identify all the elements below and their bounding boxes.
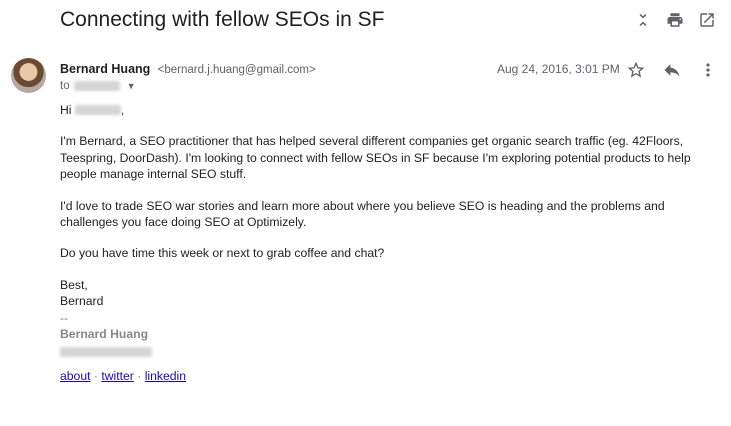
paragraph-3: Do you have time this week or next to gr… xyxy=(60,246,385,261)
link-separator: · xyxy=(90,368,102,383)
link-separator: · xyxy=(133,368,145,383)
collapse-icon[interactable] xyxy=(633,10,653,30)
print-icon[interactable] xyxy=(665,10,685,30)
twitter-link[interactable]: twitter xyxy=(101,369,134,383)
open-new-window-icon[interactable] xyxy=(697,10,717,30)
redacted-signature-line xyxy=(60,342,720,361)
email-body: Hi , I'm Bernard, a SEO practitioner tha… xyxy=(60,102,720,384)
to-label: to xyxy=(60,80,70,92)
redacted-recipient-name xyxy=(74,105,121,115)
closing-name: Bernard xyxy=(60,294,104,309)
email-date: Aug 24, 2016, 3:01 PM xyxy=(497,62,620,76)
signature-dash: -- xyxy=(60,310,69,325)
email-subject: Connecting with fellow SEOs in SF xyxy=(60,8,385,31)
closing: Best, xyxy=(60,277,88,292)
redacted-phone xyxy=(60,347,152,358)
message-actions xyxy=(625,59,719,81)
sender-email: <bernard.j.huang@gmail.com> xyxy=(157,64,316,76)
signature-name: Bernard Huang xyxy=(60,327,149,342)
recipient-line: to ▼ xyxy=(60,80,136,92)
star-icon[interactable] xyxy=(625,59,647,81)
more-vert-icon[interactable] xyxy=(697,59,719,81)
sender-name[interactable]: Bernard Huang xyxy=(60,62,150,76)
greeting: Hi xyxy=(60,103,72,117)
paragraph-2: I'd love to trade SEO war stories and le… xyxy=(60,198,665,230)
avatar[interactable] xyxy=(11,58,46,93)
redacted-recipient xyxy=(73,81,120,91)
sender-line: Bernard Huang <bernard.j.huang@gmail.com… xyxy=(60,62,316,76)
dropdown-arrow-icon[interactable]: ▼ xyxy=(127,81,136,91)
paragraph-1: I'm Bernard, a SEO practitioner that has… xyxy=(60,134,691,182)
toolbar xyxy=(633,10,717,30)
reply-icon[interactable] xyxy=(661,59,683,81)
about-link[interactable]: about xyxy=(60,369,91,383)
linkedin-link[interactable]: linkedin xyxy=(145,369,186,383)
signature-links: about · twitter · linkedin xyxy=(60,368,720,384)
greeting-line: Hi , xyxy=(60,103,125,117)
